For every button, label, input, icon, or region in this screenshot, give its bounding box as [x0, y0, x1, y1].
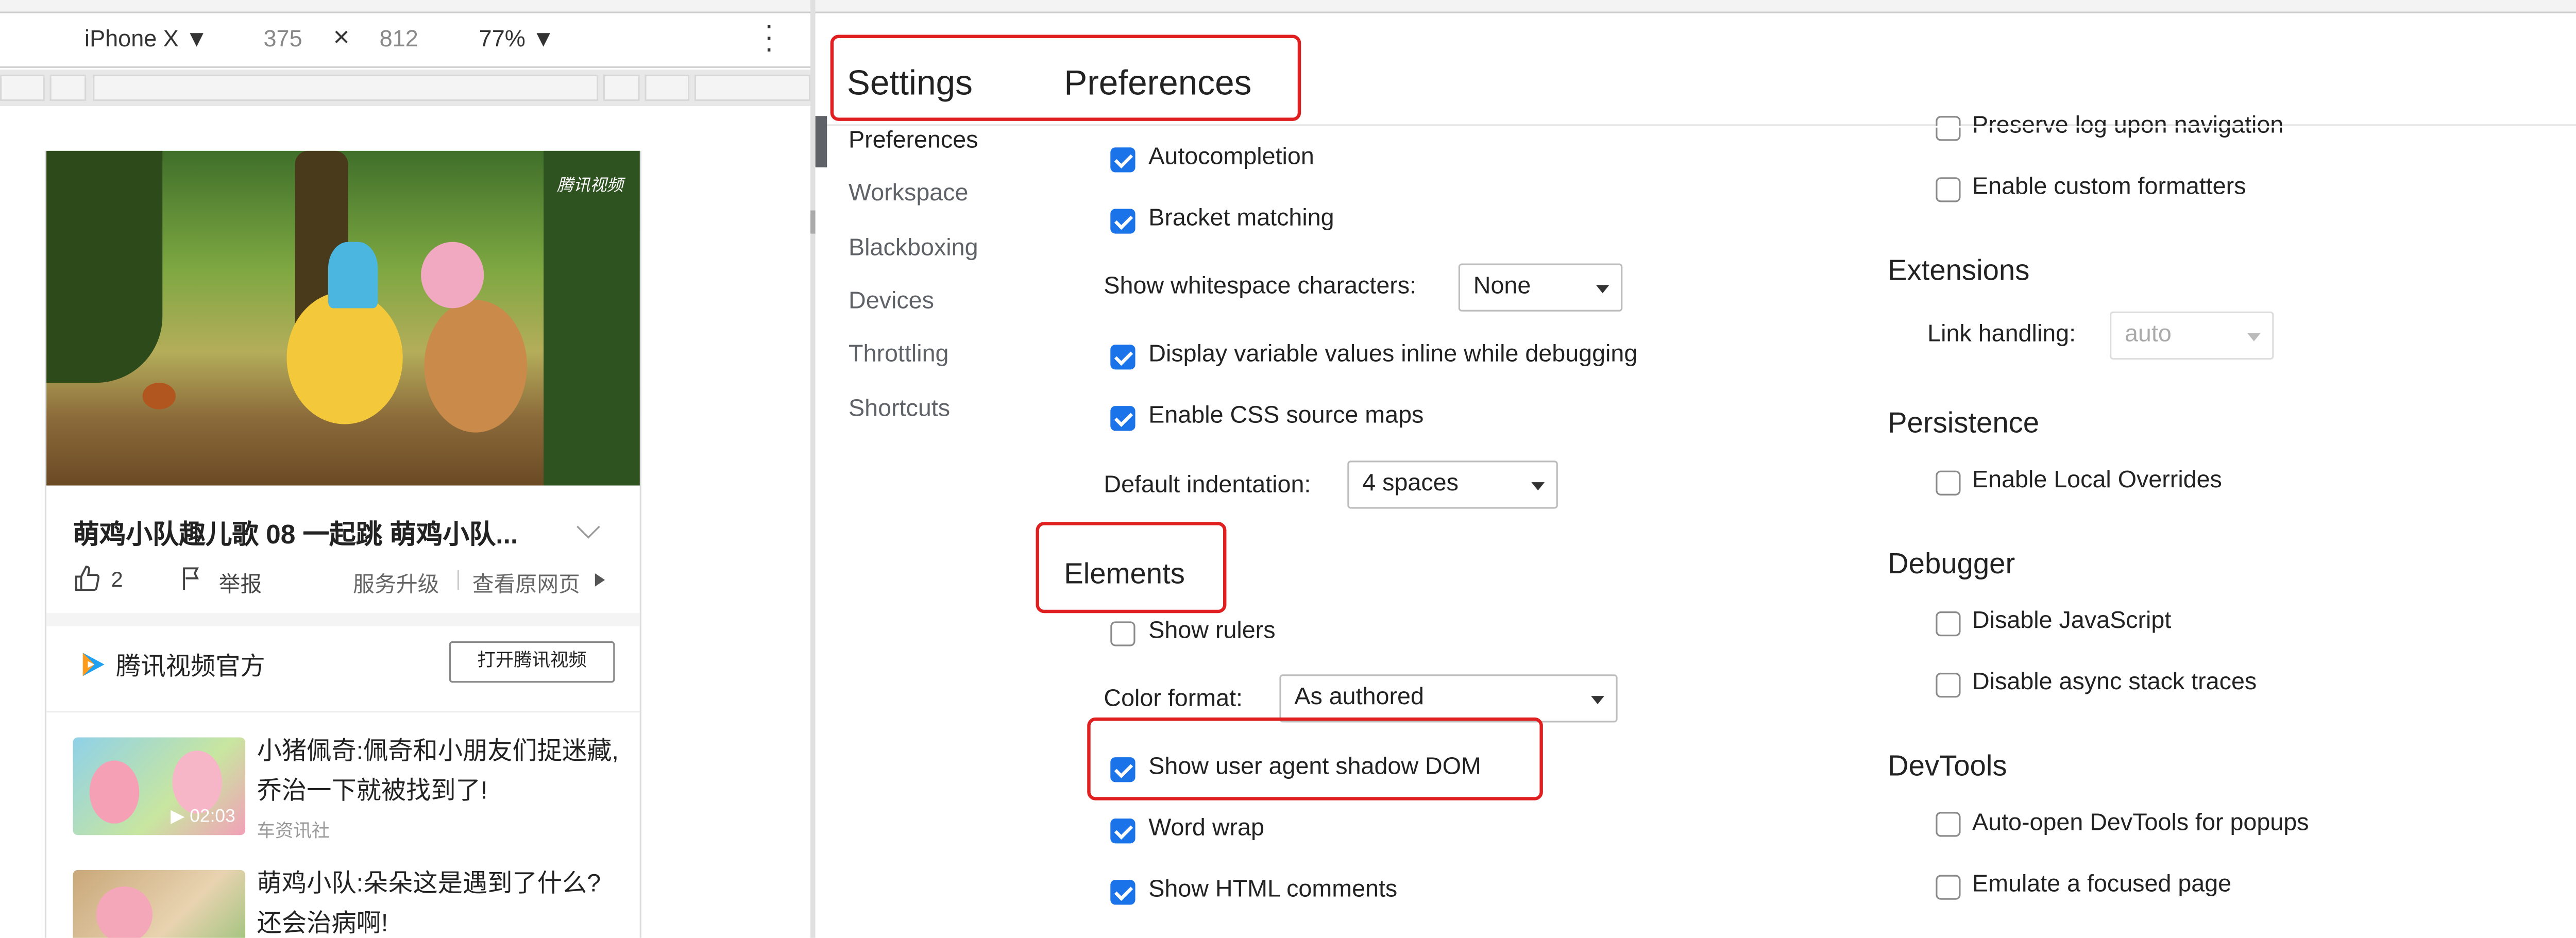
- related-thumbnail[interactable]: [73, 869, 246, 938]
- related-title[interactable]: 小猪佩奇:佩奇和小朋友们捉迷藏,乔治一下就被找到了!: [257, 732, 622, 812]
- video-title: 萌鸡小队趣儿歌 08 一起跳 萌鸡小队...: [73, 522, 518, 550]
- nav-item-workspace[interactable]: Workspace: [849, 181, 968, 207]
- device-toolbar: iPhone X ▼ 375 × 812 77% ▼ · · ·: [0, 10, 811, 68]
- panel-divider[interactable]: [810, 0, 816, 938]
- media-query-ruler[interactable]: [0, 70, 811, 106]
- html-comments-label: Show HTML comments: [1148, 876, 1398, 903]
- nav-item-shortcuts[interactable]: Shortcuts: [849, 396, 950, 422]
- video-player[interactable]: 腾讯视频: [46, 150, 640, 486]
- color-format-select[interactable]: As authored: [1279, 674, 1618, 723]
- related-thumbnail[interactable]: ▶ 02:03: [73, 737, 246, 835]
- open-app-button[interactable]: 打开腾讯视频: [449, 641, 615, 683]
- local-overrides-label: Enable Local Overrides: [1972, 467, 2222, 494]
- device-top-strip: [0, 0, 811, 13]
- nav-selected-indicator: [815, 116, 827, 167]
- word-wrap-checkbox[interactable]: [1110, 818, 1136, 844]
- indentation-label: Default indentation:: [1104, 472, 1311, 499]
- expand-chevron-icon[interactable]: [577, 515, 600, 539]
- show-rulers-checkbox[interactable]: [1110, 621, 1136, 646]
- bracket-matching-checkbox[interactable]: [1110, 209, 1136, 234]
- video-watermark: 腾讯视频: [556, 177, 623, 196]
- nav-item-throttling[interactable]: Throttling: [849, 342, 948, 368]
- shadow-dom-label: Show user agent shadow DOM: [1148, 754, 1481, 781]
- disable-javascript-checkbox[interactable]: [1936, 611, 1961, 637]
- preserve-log-checkbox[interactable]: [1936, 116, 1961, 141]
- settings-title: Settings: [846, 64, 973, 103]
- report-link[interactable]: 举报: [219, 567, 262, 598]
- disable-async-label: Disable async stack traces: [1972, 669, 2257, 696]
- disable-async-checkbox[interactable]: [1936, 673, 1961, 698]
- css-source-maps-checkbox[interactable]: [1110, 406, 1136, 431]
- whitespace-label: Show whitespace characters:: [1104, 273, 1417, 300]
- debugger-heading: Debugger: [1887, 547, 2015, 580]
- like-icon[interactable]: [73, 565, 100, 591]
- extensions-heading: Extensions: [1887, 253, 2030, 287]
- section-separator: [46, 613, 640, 626]
- device-select[interactable]: iPhone X ▼: [84, 25, 208, 51]
- disable-javascript-label: Disable JavaScript: [1972, 608, 2172, 635]
- page-title: Preferences: [1064, 64, 1252, 103]
- tencent-video-logo-icon: [78, 650, 108, 679]
- service-upgrade-link[interactable]: 服务升级: [353, 567, 439, 598]
- indentation-select[interactable]: 4 spaces: [1347, 461, 1558, 509]
- view-original-link[interactable]: 查看原网页: [472, 567, 580, 598]
- nav-item-blackboxing[interactable]: Blackboxing: [849, 235, 978, 262]
- autocompletion-checkbox[interactable]: [1110, 147, 1136, 173]
- related-source: 车资讯社: [257, 822, 330, 842]
- device-height-input[interactable]: 812: [380, 25, 418, 51]
- shadow-dom-checkbox[interactable]: [1110, 757, 1136, 782]
- local-overrides-checkbox[interactable]: [1936, 470, 1961, 496]
- meta-divider: [457, 570, 460, 590]
- publisher-name[interactable]: 腾讯视频官方: [116, 648, 265, 683]
- custom-formatters-checkbox[interactable]: [1936, 177, 1961, 202]
- color-format-label: Color format:: [1104, 686, 1243, 713]
- dimension-separator: ×: [333, 21, 350, 53]
- nav-item-devices[interactable]: Devices: [849, 288, 934, 315]
- settings-panel: [815, 14, 2576, 938]
- related-title[interactable]: 萌鸡小队:朵朵这是遇到了什么?还会治病啊!: [257, 865, 622, 938]
- whitespace-select[interactable]: None: [1458, 263, 1623, 312]
- custom-formatters-label: Enable custom formatters: [1972, 174, 2246, 201]
- report-icon[interactable]: [179, 565, 205, 591]
- clip-line: [1889, 126, 2576, 128]
- css-source-maps-label: Enable CSS source maps: [1148, 402, 1424, 430]
- settings-top-strip: [815, 0, 2576, 13]
- phone-viewport: 腾讯视频 萌鸡小队趣儿歌 08 一起跳 萌鸡小队... 2 举报 服务升级 查看…: [44, 150, 641, 938]
- devtools-heading: DevTools: [1887, 749, 2007, 782]
- word-wrap-label: Word wrap: [1148, 815, 1264, 842]
- link-handling-label: Link handling:: [1927, 321, 2076, 348]
- more-options-icon[interactable]: · · ·: [764, 10, 774, 63]
- focused-page-label: Emulate a focused page: [1972, 872, 2232, 898]
- device-width-input[interactable]: 375: [263, 25, 302, 51]
- bracket-matching-label: Bracket matching: [1148, 205, 1334, 232]
- elements-heading: Elements: [1064, 556, 1185, 590]
- play-arrow-icon: [595, 573, 605, 587]
- zoom-select[interactable]: 77% ▼: [479, 25, 555, 51]
- like-count: 2: [111, 567, 123, 592]
- video-duration: ▶ 02:03: [171, 807, 235, 827]
- section-separator: [46, 711, 640, 713]
- autocompletion-label: Autocompletion: [1148, 144, 1314, 171]
- auto-open-checkbox[interactable]: [1936, 812, 1961, 837]
- persistence-heading: Persistence: [1887, 406, 2040, 439]
- nav-item-preferences[interactable]: Preferences: [849, 128, 978, 154]
- link-handling-select[interactable]: auto: [2110, 311, 2274, 360]
- inline-values-checkbox[interactable]: [1110, 345, 1136, 370]
- show-rulers-label: Show rulers: [1148, 618, 1276, 645]
- auto-open-label: Auto-open DevTools for popups: [1972, 810, 2309, 837]
- focused-page-checkbox[interactable]: [1936, 875, 1961, 900]
- inline-values-label: Display variable values inline while deb…: [1148, 341, 1638, 368]
- html-comments-checkbox[interactable]: [1110, 880, 1136, 905]
